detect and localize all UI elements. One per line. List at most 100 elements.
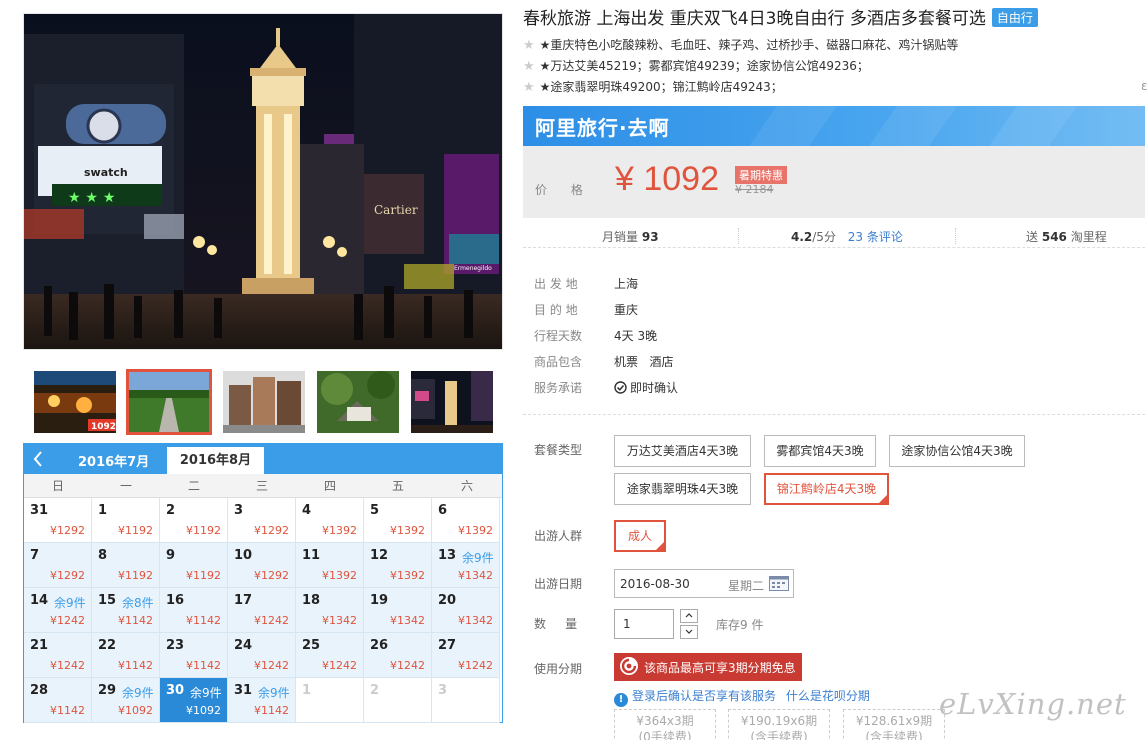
day-number: 1 [98, 503, 108, 518]
login-note-text[interactable]: 登录后确认是否享有该服务 [632, 689, 776, 703]
calendar-day[interactable]: 3 ¥1292 [228, 498, 296, 543]
calendar-day[interactable]: 18 ¥1342 [296, 588, 364, 633]
price-calendar: 2016年7月 2016年8月 日一二三四五六 31 ¥1292 1 ¥1192 2 ¥1… [23, 443, 503, 723]
traveler-option-adult[interactable]: 成人 [614, 520, 666, 552]
package-option-jinjiang[interactable]: 锦江鹪岭店4天3晚 [764, 473, 889, 505]
calendar-day[interactable]: 4 ¥1392 [296, 498, 364, 543]
plan-amount: ¥190.19x6期 [740, 714, 818, 728]
quantity-up-icon[interactable] [680, 609, 698, 623]
calendar-day[interactable]: 16 ¥1142 [160, 588, 228, 633]
weekday-header: 六 [460, 479, 473, 493]
calendar-day[interactable]: 31 余9件 ¥1142 [228, 678, 296, 723]
thumbnail-4[interactable] [317, 371, 399, 433]
calendar-day[interactable]: 9 ¥1192 [160, 543, 228, 588]
info-departure: 出 发 地 上海 [534, 275, 638, 292]
calendar-icon[interactable] [769, 576, 789, 594]
calendar-day[interactable]: 29 余9件 ¥1092 [92, 678, 160, 723]
thumbnail-2[interactable] [126, 369, 212, 435]
info-includes: 商品包含 机票 酒店 [534, 353, 673, 370]
info-label: 行程天数 [534, 329, 583, 343]
package-option-xiexin[interactable]: 途家协信公馆4天3晚 [889, 435, 1025, 467]
calendar-day[interactable]: 15 余8件 ¥1142 [92, 588, 160, 633]
calendar-day[interactable]: 5 ¥1392 [364, 498, 432, 543]
thumbnail-5[interactable] [411, 371, 493, 433]
day-number: 2 [370, 683, 380, 698]
calendar-day-selected[interactable]: 30 余9件 ¥1092 [160, 678, 228, 723]
points-suffix: 淘里程 [1070, 230, 1107, 244]
day-number: 31 [234, 683, 253, 698]
thumbnail-1[interactable]: 1092 [34, 371, 116, 433]
calendar-day[interactable]: 22 ¥1142 [92, 633, 160, 678]
calendar-day[interactable]: 17 ¥1242 [228, 588, 296, 633]
tab-month-current[interactable]: 2016年8月 [167, 447, 264, 474]
installment-plan-3[interactable]: ¥364x3期 (0手续费) [614, 709, 716, 740]
calendar-day[interactable]: 11 ¥1392 [296, 543, 364, 588]
info-label: 商品包含 [534, 355, 583, 369]
weekday-header: 二 [187, 479, 200, 493]
calendar-day[interactable]: 2 ¥1192 [160, 498, 228, 543]
plan-amount: ¥364x3期 [636, 714, 694, 728]
thumbnail-3[interactable] [223, 371, 305, 433]
huabei-link[interactable]: 什么是花呗分期 [786, 689, 870, 703]
info-value: 上海 [614, 277, 639, 291]
mileage-points: 送 546 淘里程 [1026, 228, 1107, 245]
installment-plan-9[interactable]: ¥128.61x9期 (含手续费) [843, 709, 945, 740]
rating: 4.2/5分 23 条评论 [791, 228, 903, 245]
quantity-input[interactable]: 1 [614, 609, 674, 639]
calendar-day[interactable]: 13 余9件 ¥1342 [432, 543, 500, 588]
star-icon: ★ [523, 38, 535, 53]
calendar-day[interactable]: 14 余9件 ¥1242 [24, 588, 92, 633]
check-circle-icon [614, 381, 627, 397]
watermark: eLvXing.net [939, 687, 1127, 721]
package-option-wanda[interactable]: 万达艾美酒店4天3晚 [614, 435, 751, 467]
feature-text-2: ★万达艾美45219；雾都宾馆49239；途家协信公馆49236； [539, 59, 869, 73]
day-number: 10 [234, 548, 253, 563]
tab-month-prev[interactable]: 2016年7月 [78, 451, 149, 470]
calendar-day[interactable]: 26 ¥1242 [364, 633, 432, 678]
plan-fee: (含手续费) [750, 730, 808, 740]
day-price: ¥1392 [322, 569, 357, 582]
calendar-day[interactable]: 23 ¥1142 [160, 633, 228, 678]
calendar-day[interactable]: 19 ¥1342 [364, 588, 432, 633]
weekday-header: 日 [51, 479, 64, 493]
installment-button[interactable]: 该商品最高可享3期分期免息 [614, 653, 802, 681]
svg-text:★ ★ ★: ★ ★ ★ [68, 190, 115, 206]
price-label: 价 格 [535, 183, 593, 197]
calendar-day[interactable]: 24 ¥1242 [228, 633, 296, 678]
package-option-wudu[interactable]: 雾都宾馆4天3晚 [764, 435, 876, 467]
package-option-feicui[interactable]: 途家翡翠明珠4天3晚 [614, 473, 751, 505]
ermenegildo-sign: Ermenegildo [454, 265, 492, 272]
calendar-day[interactable]: 1 ¥1192 [92, 498, 160, 543]
info-label: 出 发 地 [534, 277, 578, 291]
calendar-day[interactable]: 20 ¥1342 [432, 588, 500, 633]
calendar-day[interactable]: 31 ¥1292 [24, 498, 92, 543]
divider [955, 228, 956, 244]
calendar-day[interactable]: 8 ¥1192 [92, 543, 160, 588]
calendar-day[interactable]: 10 ¥1292 [228, 543, 296, 588]
calendar-day[interactable]: 25 ¥1242 [296, 633, 364, 678]
reviews-link[interactable]: 23 条评论 [848, 230, 903, 244]
day-number: 25 [302, 638, 321, 653]
info-value: 重庆 [614, 303, 639, 317]
plan-fee: (0手续费) [638, 730, 692, 740]
calendar-day[interactable]: 21 ¥1242 [24, 633, 92, 678]
installment-plan-6[interactable]: ¥190.19x6期 (含手续费) [728, 709, 830, 740]
travel-date-input[interactable]: 2016-08-30 星期二 [614, 569, 794, 598]
day-number: 7 [30, 548, 40, 563]
day-price: ¥1142 [186, 614, 221, 627]
day-number: 6 [438, 503, 448, 518]
quantity-down-icon[interactable] [680, 625, 698, 639]
day-price: ¥1092 [118, 704, 153, 717]
plan-fee: (含手续费) [865, 730, 923, 740]
thumbnail-price: 1092 [91, 422, 116, 432]
day-number: 21 [30, 638, 49, 653]
day-number: 1 [302, 683, 312, 698]
day-price: ¥1292 [254, 524, 289, 537]
calendar-prev-arrow-icon[interactable] [32, 447, 52, 471]
day-number: 4 [302, 503, 312, 518]
calendar-day[interactable]: 28 ¥1142 [24, 678, 92, 723]
calendar-day[interactable]: 6 ¥1392 [432, 498, 500, 543]
calendar-day[interactable]: 27 ¥1242 [432, 633, 500, 678]
calendar-day[interactable]: 12 ¥1392 [364, 543, 432, 588]
calendar-day[interactable]: 7 ¥1292 [24, 543, 92, 588]
